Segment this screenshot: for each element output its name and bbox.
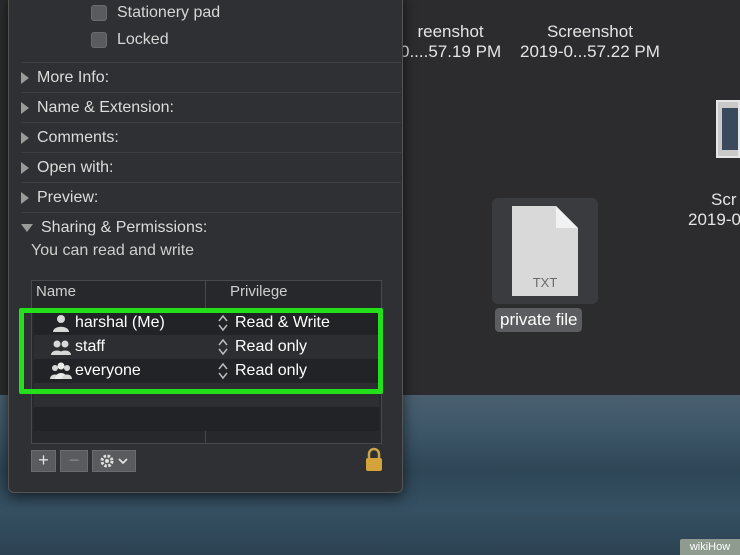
section-label: Comments: [37,129,119,146]
section-sharing-permissions[interactable]: Sharing & Permissions: [21,212,401,243]
disclosure-triangle-open-icon[interactable] [21,224,33,232]
disclosure-triangle-icon[interactable] [21,132,29,144]
file-name: Screenshot [546,22,633,41]
file-name: reenshot [417,22,484,41]
section-label: Open with: [37,159,114,176]
lock-icon[interactable] [364,446,384,472]
permissions-highlight-box [19,308,383,394]
get-info-window: Stationery pad Locked More Info: Name & … [8,0,403,493]
section-label: Preview: [37,189,99,206]
section-open-with[interactable]: Open with: [21,152,401,183]
column-header-name[interactable]: Name [36,283,76,300]
file-name: Scr [711,190,737,209]
section-label: More Info: [37,69,110,86]
permission-summary: You can read and write [31,242,195,259]
section-more-info[interactable]: More Info: [21,62,401,93]
txt-icon-label: TXT [532,275,558,290]
file-item[interactable]: Scr 2019-0 [688,190,740,230]
selected-file-name[interactable]: private file [495,308,583,332]
locked-checkbox[interactable]: Locked [91,30,169,50]
file-item[interactable]: Screenshot 2019-0...57.22 PM [520,22,660,62]
disclosure-triangle-icon[interactable] [21,72,29,84]
file-date: 0....57.19 PM [400,42,502,61]
wikihow-watermark: wikiHow [680,539,740,555]
remove-user-button[interactable]: − [60,450,88,472]
file-item[interactable]: reenshot 0....57.19 PM [400,22,501,62]
disclosure-triangle-icon[interactable] [21,192,29,204]
checkbox-box[interactable] [91,32,107,48]
checkbox-label: Stationery pad [117,4,221,21]
gear-icon [100,454,128,468]
section-name-extension[interactable]: Name & Extension: [21,92,401,123]
disclosure-triangle-icon[interactable] [21,102,29,114]
add-user-button[interactable]: + [31,450,56,472]
file-date: 2019-0...57.22 PM [520,42,660,61]
file-date: 2019-0 [688,210,740,229]
checkbox-label: Locked [117,31,169,48]
private-file-icon[interactable]: TXT [492,198,598,304]
section-label: Name & Extension: [37,99,174,116]
section-preview[interactable]: Preview: [21,182,401,213]
stationery-pad-checkbox[interactable]: Stationery pad [91,3,220,23]
checkbox-box[interactable] [91,5,107,21]
action-menu-button[interactable] [92,450,136,472]
table-row-empty [34,407,379,431]
section-comments[interactable]: Comments: [21,122,401,153]
section-label: Sharing & Permissions: [41,219,208,236]
column-header-privilege[interactable]: Privilege [230,283,288,300]
screenshot-thumbnail[interactable] [716,100,740,158]
disclosure-triangle-icon[interactable] [21,162,29,174]
